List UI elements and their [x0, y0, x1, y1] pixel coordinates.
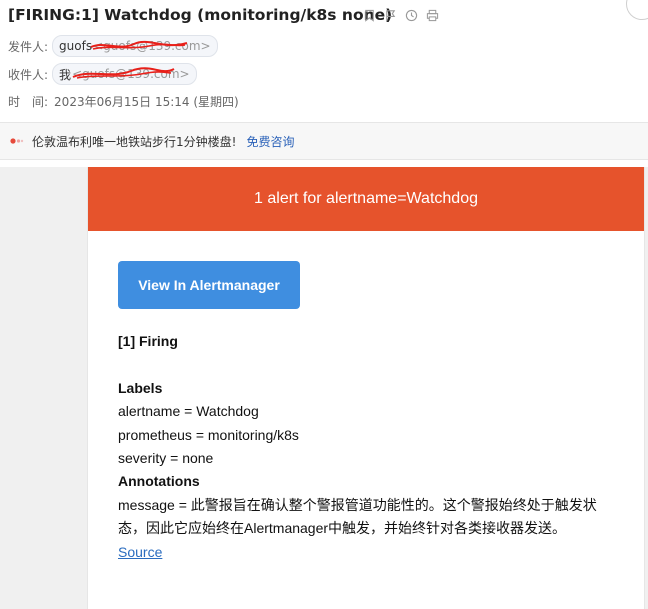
recipient-chip[interactable]: 我 <guofs@139.com> — [52, 63, 197, 85]
corner-button[interactable] — [626, 0, 648, 20]
ad-icon — [10, 136, 24, 146]
label-item: alertname = Watchdog — [118, 403, 259, 420]
alert-banner: 1 alert for alertname=Watchdog — [88, 167, 644, 231]
flag-icon[interactable] — [383, 8, 398, 23]
subject-toolbar — [362, 8, 440, 23]
mail-header: [FIRING:1] Watchdog (monitoring/k8s none… — [0, 0, 648, 122]
alert-content: [1] Firing Labels alertname = Watchdog p… — [118, 330, 618, 564]
recipient-row: 收件人: 我 <guofs@139.com> — [8, 63, 197, 85]
bookmark-icon[interactable] — [362, 8, 377, 23]
sender-label: 发件人: — [8, 39, 49, 54]
time-value: 2023年06月15日 15:14 (星期四) — [54, 95, 239, 109]
printer-icon[interactable] — [425, 8, 440, 23]
email-body-area: 1 alert for alertname=Watchdog View In A… — [0, 167, 648, 609]
mail-subject: [FIRING:1] Watchdog (monitoring/k8s none… — [8, 6, 393, 24]
time-label: 时 间: — [8, 95, 49, 109]
label-item: severity = none — [118, 449, 214, 466]
recipient-address: <guofs@139.com> — [72, 67, 190, 81]
ad-bar: 伦敦温布利唯一地铁站步行1分钟楼盘! 免费咨询 — [0, 122, 648, 160]
sender-name: guofs — [59, 39, 93, 53]
view-in-alertmanager-button[interactable]: View In Alertmanager — [118, 261, 300, 309]
source-link[interactable]: Source — [118, 544, 162, 560]
firing-heading: [1] Firing — [118, 333, 178, 349]
sender-address: <guofs@139.com> — [93, 39, 211, 53]
clock-icon[interactable] — [404, 8, 419, 23]
label-item: prometheus = monitoring/k8s — [118, 426, 299, 443]
ad-text: 伦敦温布利唯一地铁站步行1分钟楼盘! — [32, 134, 237, 149]
annotation-message: message = 此警报旨在确认整个警报管道功能性的。这个警报始终处于触发状态… — [118, 496, 597, 537]
recipient-label: 收件人: — [8, 67, 49, 82]
sender-row: 发件人: guofs <guofs@139.com> — [8, 35, 218, 57]
alert-card: 1 alert for alertname=Watchdog View In A… — [87, 167, 645, 609]
ad-link[interactable]: 免费咨询 — [246, 133, 294, 150]
recipient-name: 我 — [59, 67, 72, 82]
labels-heading: Labels — [118, 379, 163, 396]
sender-chip[interactable]: guofs <guofs@139.com> — [52, 35, 218, 57]
time-row: 时 间: 2023年06月15日 15:14 (星期四) — [8, 93, 239, 110]
annotations-heading: Annotations — [118, 473, 200, 490]
